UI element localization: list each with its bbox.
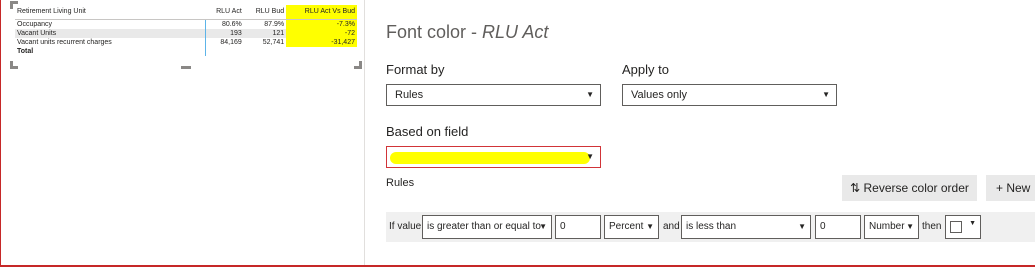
format-by-value: Rules <box>395 89 424 101</box>
table-header-row: Retirement Living Unit RLU Act RLU Bud R… <box>15 5 357 20</box>
highlight-mark <box>390 152 590 164</box>
type-2-dropdown[interactable]: Number ▼ <box>864 215 919 239</box>
pane-title-prefix: Font color - <box>386 22 483 42</box>
apply-to-dropdown[interactable]: Values only ▼ <box>622 84 837 106</box>
chevron-down-icon: ▼ <box>969 220 976 227</box>
column-header-unit[interactable]: Retirement Living Unit <box>15 5 205 20</box>
rules-label: Rules <box>386 177 415 189</box>
based-on-field-dropdown[interactable]: ▼ <box>386 146 601 168</box>
cell-bud: 52,741 <box>262 38 285 46</box>
sort-icon: ⇅ <box>850 181 864 195</box>
format-by-dropdown[interactable]: Rules ▼ <box>386 84 601 106</box>
row-label: Vacant units recurrent charges <box>17 38 112 46</box>
resize-handle-bottom-right-v[interactable] <box>359 61 362 69</box>
apply-to-value: Values only <box>631 89 688 101</box>
format-by-label: Format by <box>386 62 445 77</box>
cell-bud: 121 <box>243 28 287 38</box>
cell-act: 80.6% <box>204 19 244 29</box>
data-table: Retirement Living Unit RLU Act RLU Bud R… <box>15 5 357 56</box>
rule-row: If value is greater than or equal to ▼ 0… <box>386 212 1035 242</box>
column-header-act-vs-bud[interactable]: RLU Act Vs Bud <box>286 5 357 20</box>
then-label: then <box>922 221 942 232</box>
pane-title-field: RLU Act <box>482 22 549 42</box>
cell-diff: -7.3% <box>286 19 357 29</box>
reverse-color-order-label: Reverse color order <box>863 181 969 195</box>
new-rule-button[interactable]: + New <box>986 175 1035 201</box>
cell-diff: -31,427 <box>286 37 357 47</box>
operator-1-dropdown[interactable]: is greater than or equal to ▼ <box>422 215 552 239</box>
plus-icon: + <box>996 181 1007 195</box>
conditional-format-pane: Font color - RLU Act Format by Rules ▼ A… <box>365 0 1035 265</box>
resize-handle-bottom-middle[interactable] <box>181 66 191 69</box>
chevron-down-icon: ▼ <box>798 222 806 231</box>
color-picker[interactable]: ▼ <box>945 215 981 239</box>
if-value-label: If value <box>389 221 422 232</box>
total-label: Total <box>17 47 34 55</box>
chevron-down-icon: ▼ <box>586 90 594 99</box>
reverse-color-order-button[interactable]: ⇅ Reverse color order <box>842 175 977 201</box>
table-visual[interactable]: Retirement Living Unit RLU Act RLU Bud R… <box>10 1 362 69</box>
column-header-act[interactable]: RLU Act <box>205 5 244 20</box>
chevron-down-icon: ▼ <box>822 90 830 99</box>
chevron-down-icon: ▼ <box>586 152 594 161</box>
new-rule-label: New <box>1006 181 1031 195</box>
and-label: and <box>663 221 680 232</box>
value-2-input[interactable]: 0 <box>815 215 861 239</box>
cell-total-act <box>204 46 244 56</box>
operator-2-dropdown[interactable]: is less than ▼ <box>681 215 811 239</box>
type-2-value: Number <box>869 221 905 232</box>
resize-handle-bottom-left-v[interactable] <box>10 61 13 69</box>
chevron-down-icon: ▼ <box>646 222 654 231</box>
cell-act: 193 <box>204 28 244 38</box>
cell-bud: 87.9% <box>264 20 285 28</box>
cell-diff: -72 <box>286 28 357 38</box>
value-1-input[interactable]: 0 <box>555 215 601 239</box>
column-header-bud[interactable]: RLU Bud <box>243 5 287 20</box>
chevron-down-icon: ▼ <box>906 222 914 231</box>
cell-total-bud <box>244 47 286 56</box>
table-row: Occupancy 80.6% 87.9% -7.3% <box>15 19 357 29</box>
operator-1-value: is greater than or equal to <box>427 221 541 232</box>
type-1-dropdown[interactable]: Percent ▼ <box>604 215 659 239</box>
value-1-text: 0 <box>560 221 566 232</box>
resize-handle-top-left-v[interactable] <box>10 1 13 9</box>
table-row: Vacant Units 193 121 -72 <box>15 28 357 38</box>
cell-act: 84,169 <box>204 37 244 47</box>
cell-total-diff <box>286 47 357 56</box>
apply-to-label: Apply to <box>622 62 669 77</box>
table-total-row: Total <box>15 46 357 56</box>
type-1-value: Percent <box>609 221 644 232</box>
chevron-down-icon: ▼ <box>539 222 547 231</box>
based-on-field-label: Based on field <box>386 124 469 139</box>
color-swatch <box>950 221 962 233</box>
operator-2-value: is less than <box>686 221 737 232</box>
value-2-text: 0 <box>820 221 826 232</box>
row-label: Vacant Units <box>15 28 205 38</box>
row-label: Occupancy <box>17 20 53 28</box>
report-canvas: Retirement Living Unit RLU Act RLU Bud R… <box>1 0 364 265</box>
pane-title: Font color - RLU Act <box>386 22 548 43</box>
table-row: Vacant units recurrent charges 84,169 52… <box>15 37 357 47</box>
